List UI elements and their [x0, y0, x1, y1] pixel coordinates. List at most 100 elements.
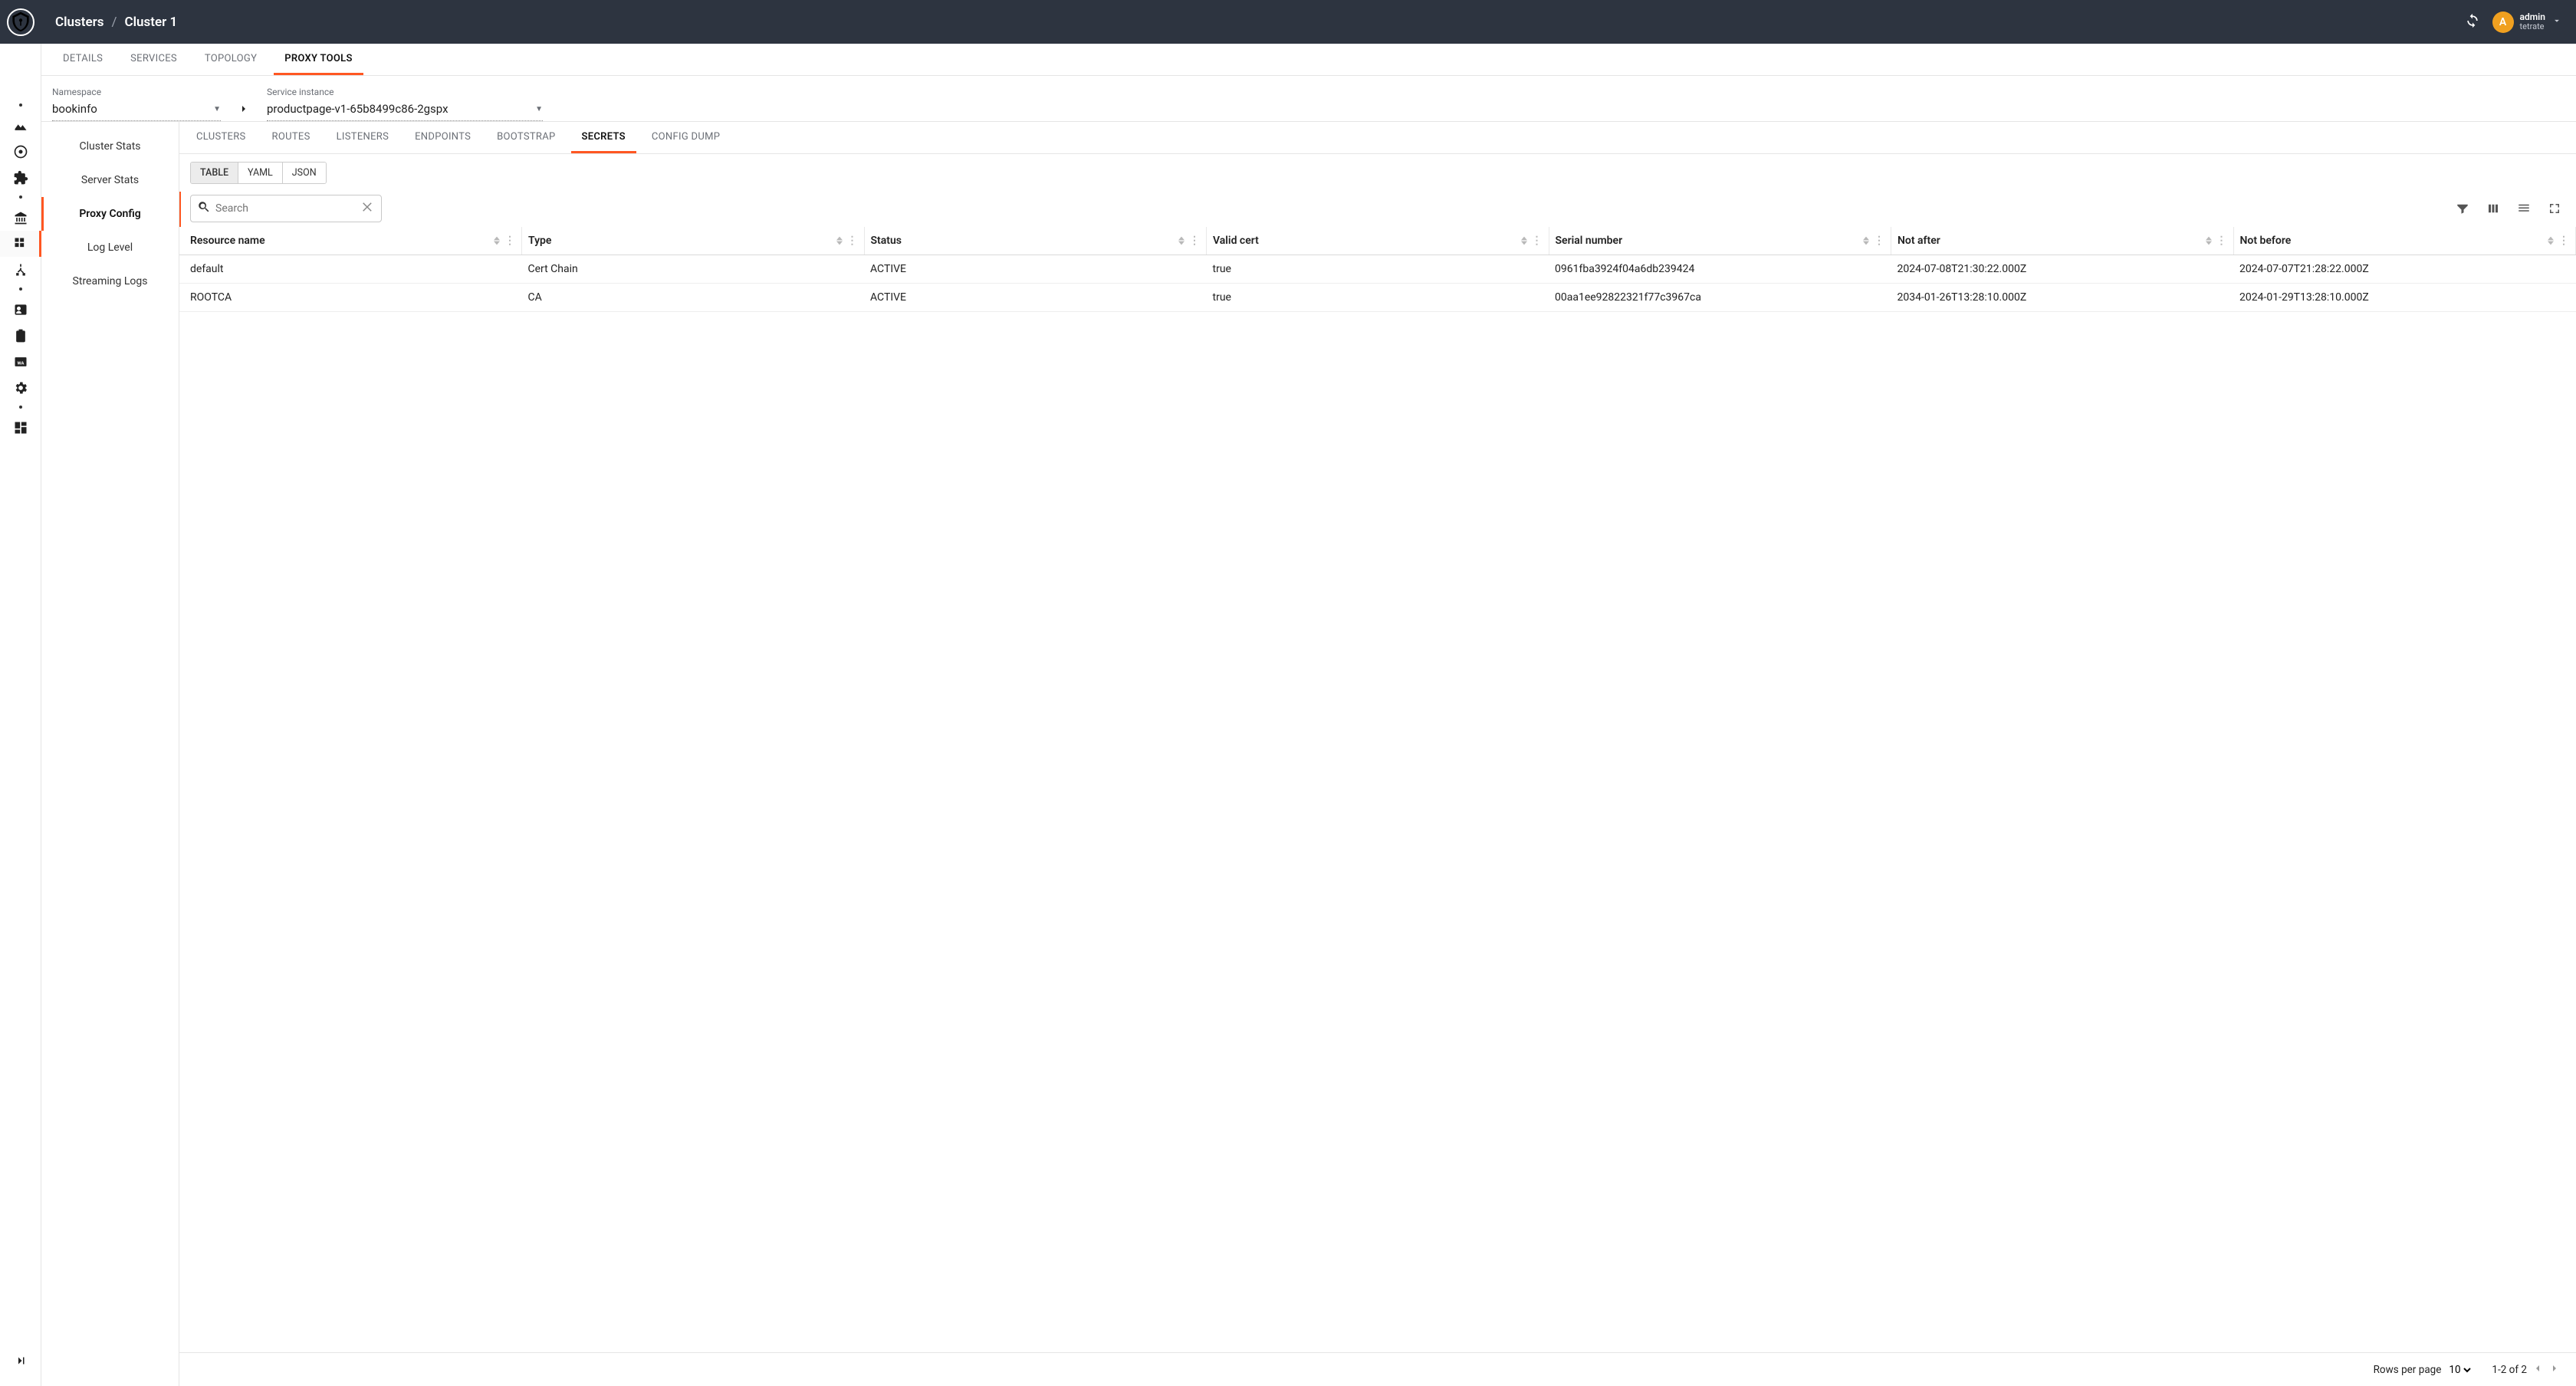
secondary-tab-listeners[interactable]: LISTENERS [326, 122, 400, 153]
sort-icon[interactable] [494, 236, 500, 245]
view-toggle: TABLEYAMLJSON [190, 162, 327, 184]
rail-item-metrics[interactable] [0, 113, 41, 139]
service-instance-select[interactable]: Service instance productpage-v1-65b8499c… [267, 87, 543, 121]
clear-icon[interactable] [361, 200, 375, 217]
dropdown-arrow-icon: ▼ [213, 105, 221, 113]
chevron-down-icon [2551, 15, 2562, 29]
rail-separator-dot [19, 195, 22, 199]
rail-item-wasm[interactable]: WA [0, 349, 41, 375]
main-region: Clusters / Cluster 1 A admin tetrate DET… [41, 0, 2576, 1386]
secondary-tab-bootstrap[interactable]: BOOTSTRAP [486, 122, 566, 153]
sync-icon[interactable] [2465, 13, 2480, 31]
cell-not-after: 2034-01-26T13:28:10.000Z [1891, 284, 2234, 312]
sort-icon[interactable] [1863, 236, 1869, 245]
subnav-item-server-stats[interactable]: Server Stats [41, 163, 179, 197]
column-header-not-after[interactable]: Not after⋮ [1891, 227, 2234, 255]
breadcrumb-separator: / [111, 15, 117, 30]
view-toggle-json[interactable]: JSON [283, 163, 326, 183]
column-menu-icon[interactable]: ⋮ [1532, 235, 1543, 247]
column-menu-icon[interactable]: ⋮ [2558, 235, 2569, 247]
table-row[interactable]: defaultCert ChainACTIVEtrue0961fba3924f0… [179, 255, 2576, 284]
fullscreen-icon[interactable] [2544, 198, 2565, 219]
brand-logo[interactable] [0, 0, 41, 44]
secondary-tab-secrets[interactable]: SECRETS [571, 122, 636, 153]
subnav-item-cluster-stats[interactable]: Cluster Stats [41, 130, 179, 163]
column-menu-icon[interactable]: ⋮ [504, 235, 515, 247]
avatar: A [2492, 11, 2514, 33]
table-footer: Rows per page 10 1-2 of 2 [179, 1352, 2576, 1386]
page-next-button[interactable] [2548, 1362, 2561, 1378]
rail-item-extensions[interactable] [0, 165, 41, 191]
primary-tabs: DETAILSSERVICESTOPOLOGYPROXY TOOLS [41, 44, 2576, 76]
column-header-not-before[interactable]: Not before⋮ [2233, 227, 2576, 255]
density-icon[interactable] [2513, 198, 2535, 219]
rail-item-help[interactable] [0, 139, 41, 165]
view-toggle-row: TABLEYAMLJSON [179, 154, 2576, 184]
rail-separator-dot [19, 103, 22, 107]
table-row[interactable]: ROOTCACAACTIVEtrue00aa1ee92822321f77c396… [179, 284, 2576, 312]
secondary-tab-routes[interactable]: ROUTES [261, 122, 321, 153]
proxy-tools-subnav: Cluster StatsServer StatsProxy ConfigLog… [41, 122, 179, 1386]
sort-icon[interactable] [1521, 236, 1527, 245]
chevron-right-icon [238, 103, 250, 121]
pager: 1-2 of 2 [2492, 1362, 2561, 1378]
user-menu[interactable]: A admin tetrate [2492, 11, 2562, 33]
secondary-tabs: CLUSTERSROUTESLISTENERSENDPOINTSBOOTSTRA… [179, 122, 2576, 154]
cell-valid-cert: true [1207, 255, 1549, 284]
sort-icon[interactable] [836, 236, 843, 245]
rail-item-clusters[interactable] [0, 231, 41, 257]
search-input[interactable] [215, 202, 356, 215]
sort-icon[interactable] [2548, 236, 2554, 245]
secondary-tab-endpoints[interactable]: ENDPOINTS [404, 122, 481, 153]
sort-icon[interactable] [2206, 236, 2212, 245]
filter-icon[interactable] [2452, 198, 2473, 219]
namespace-label: Namespace [52, 87, 221, 97]
rail-item-audits[interactable] [0, 323, 41, 349]
primary-tab-services[interactable]: SERVICES [120, 44, 188, 75]
column-header-resource-name[interactable]: Resource name⋮ [179, 227, 522, 255]
column-menu-icon[interactable]: ⋮ [1874, 235, 1884, 247]
cell-valid-cert: true [1207, 284, 1549, 312]
sort-icon[interactable] [1178, 236, 1184, 245]
subnav-item-streaming-logs[interactable]: Streaming Logs [41, 264, 179, 298]
primary-tab-details[interactable]: DETAILS [52, 44, 113, 75]
column-header-serial-number[interactable]: Serial number⋮ [1549, 227, 1891, 255]
column-menu-icon[interactable]: ⋮ [2216, 235, 2227, 247]
column-menu-icon[interactable]: ⋮ [847, 235, 858, 247]
primary-tab-topology[interactable]: TOPOLOGY [194, 44, 268, 75]
cell-not-after: 2024-07-08T21:30:22.000Z [1891, 255, 2234, 284]
cell-not-before: 2024-07-07T21:28:22.000Z [2233, 255, 2576, 284]
subnav-item-log-level[interactable]: Log Level [41, 231, 179, 264]
svg-text:WA: WA [17, 361, 24, 366]
rail-item-governance[interactable] [0, 205, 41, 231]
page-prev-button[interactable] [2532, 1362, 2544, 1378]
columns-icon[interactable] [2482, 198, 2504, 219]
rail-expand-button[interactable] [0, 1354, 41, 1368]
rail-item-dashboard[interactable] [0, 415, 41, 441]
cell-serial-number: 00aa1ee92822321f77c3967ca [1549, 284, 1891, 312]
rail-item-settings[interactable] [0, 375, 41, 401]
view-toggle-table[interactable]: TABLE [191, 163, 238, 183]
service-instance-value: productpage-v1-65b8499c86-2gspx [267, 102, 449, 116]
namespace-select[interactable]: Namespace bookinfo ▼ [52, 87, 221, 121]
cell-resource-name: ROOTCA [179, 284, 522, 312]
rows-per-page-select[interactable]: 10 [2446, 1363, 2473, 1377]
rows-per-page: Rows per page 10 [2374, 1363, 2474, 1377]
cell-not-before: 2024-01-29T13:28:10.000Z [2233, 284, 2576, 312]
rail-item-identity[interactable] [0, 297, 41, 323]
subnav-item-proxy-config[interactable]: Proxy Config [41, 197, 179, 231]
column-header-type[interactable]: Type⋮ [522, 227, 865, 255]
secondary-tab-config-dump[interactable]: CONFIG DUMP [641, 122, 731, 153]
secondary-tab-clusters[interactable]: CLUSTERS [186, 122, 257, 153]
column-header-valid-cert[interactable]: Valid cert⋮ [1207, 227, 1549, 255]
rail-separator-dot [19, 287, 22, 291]
column-menu-icon[interactable]: ⋮ [1189, 235, 1200, 247]
column-header-status[interactable]: Status⋮ [864, 227, 1207, 255]
content-pane: CLUSTERSROUTESLISTENERSENDPOINTSBOOTSTRA… [179, 122, 2576, 1386]
secrets-table-wrap: Resource name⋮Type⋮Status⋮Valid cert⋮Ser… [179, 227, 2576, 1352]
view-toggle-yaml[interactable]: YAML [238, 163, 283, 183]
secrets-table: Resource name⋮Type⋮Status⋮Valid cert⋮Ser… [179, 227, 2576, 312]
rail-item-topology[interactable] [0, 257, 41, 283]
breadcrumb-root[interactable]: Clusters [55, 15, 104, 30]
primary-tab-proxy-tools[interactable]: PROXY TOOLS [274, 44, 363, 75]
